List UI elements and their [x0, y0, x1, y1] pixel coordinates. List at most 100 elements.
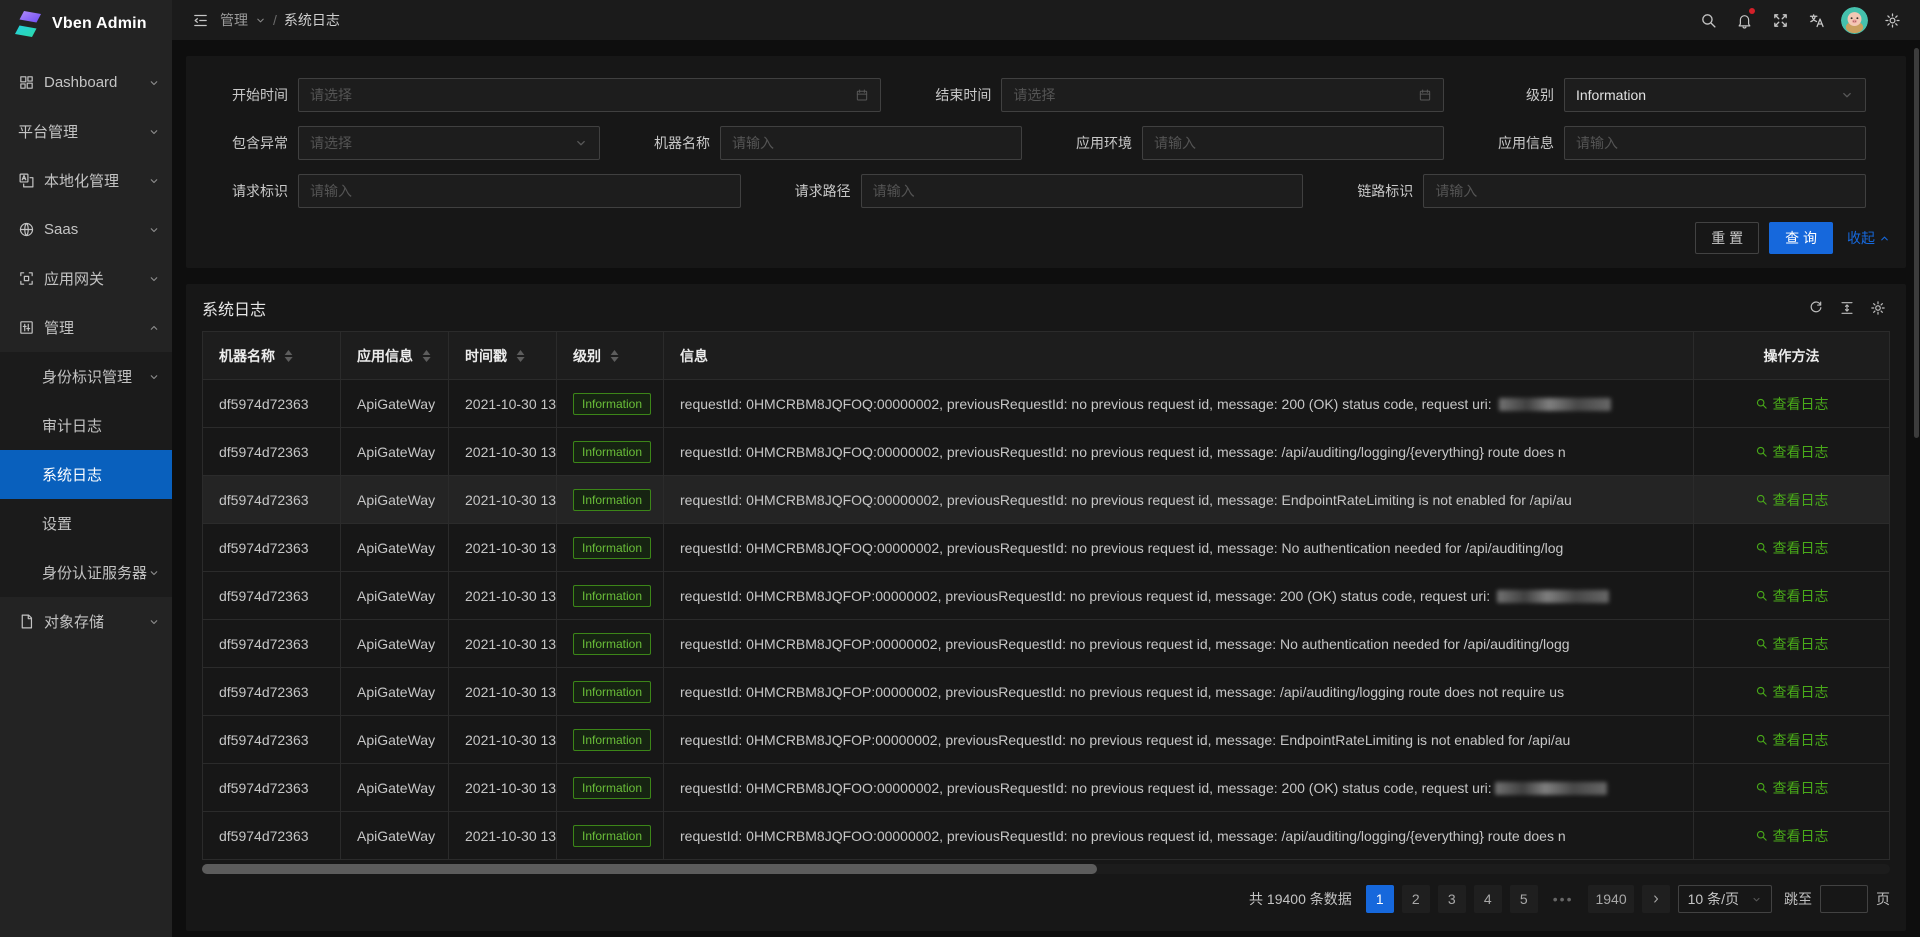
- sort-icon[interactable]: [516, 350, 525, 362]
- reset-button[interactable]: 重 置: [1695, 222, 1759, 254]
- sidebar-item-auth-server[interactable]: 身份认证服务器: [0, 548, 172, 597]
- sidebar-item-management[interactable]: 管理: [0, 303, 172, 352]
- filter-field-machine-name: 机器名称请输入: [624, 126, 1046, 160]
- column-header-machine-name[interactable]: 机器名称: [203, 332, 341, 380]
- row-height-icon[interactable]: [1839, 300, 1855, 316]
- chevron-down-icon: [1751, 894, 1762, 905]
- page-button-3[interactable]: 3: [1438, 885, 1466, 913]
- translate-icon[interactable]: [1798, 0, 1834, 40]
- trace-id-input[interactable]: 请输入: [1423, 174, 1866, 208]
- column-header-timestamp[interactable]: 时间戳: [449, 332, 557, 380]
- search-icon[interactable]: [1690, 0, 1726, 40]
- end-time-input[interactable]: 请选择: [1001, 78, 1444, 112]
- chevron-down-icon: [148, 616, 160, 628]
- sort-icon[interactable]: [610, 350, 619, 362]
- storage-icon: [18, 613, 35, 630]
- machine-name-input[interactable]: 请输入: [720, 126, 1022, 160]
- column-settings-icon[interactable]: [1870, 300, 1886, 316]
- view-log-link[interactable]: 查看日志: [1755, 682, 1829, 702]
- sidebar-collapse-button[interactable]: [188, 0, 212, 40]
- cell-app-info: ApiGateWay: [341, 620, 449, 668]
- view-log-link[interactable]: 查看日志: [1755, 826, 1829, 846]
- page-button-5[interactable]: 5: [1510, 885, 1538, 913]
- view-log-link[interactable]: 查看日志: [1755, 730, 1829, 750]
- sidebar-item-audit-logs[interactable]: 审计日志: [0, 401, 172, 450]
- collapse-filters-link[interactable]: 收起: [1847, 228, 1890, 248]
- notification-dot: [1749, 8, 1755, 14]
- cell-message: requestId: 0HMCRBM8JQFOP:00000002, previ…: [664, 716, 1694, 764]
- cell-message: requestId: 0HMCRBM8JQFOQ:00000002, previ…: [664, 428, 1694, 476]
- notification-icon[interactable]: [1726, 0, 1762, 40]
- start-time-input[interactable]: 请选择: [298, 78, 881, 112]
- filter-label-include-exception: 包含异常: [202, 133, 288, 153]
- jump-suffix-label: 页: [1876, 889, 1890, 909]
- view-log-link[interactable]: 查看日志: [1755, 538, 1829, 558]
- page-jump-input[interactable]: [1820, 885, 1868, 913]
- page-scrollbar[interactable]: [1914, 48, 1919, 438]
- sidebar-item-localization-management[interactable]: 本地化管理: [0, 156, 172, 205]
- cell-machine-name: df5974d72363: [203, 620, 341, 668]
- next-page-button[interactable]: [1642, 885, 1670, 913]
- view-log-link[interactable]: 查看日志: [1755, 778, 1829, 798]
- sidebar-item-dashboard[interactable]: Dashboard: [0, 58, 172, 107]
- page-button-1[interactable]: 1: [1366, 885, 1394, 913]
- breadcrumb-parent[interactable]: 管理: [220, 10, 248, 30]
- localization-icon: [18, 172, 35, 189]
- chevron-down-icon: [148, 273, 160, 285]
- cell-level: Information: [557, 428, 664, 476]
- cell-app-info: ApiGateWay: [341, 476, 449, 524]
- column-header-level[interactable]: 级别: [557, 332, 664, 380]
- settings-icon[interactable]: [1874, 0, 1910, 40]
- log-filter-panel: 开始时间请选择结束时间请选择级别Information包含异常请选择机器名称请输…: [186, 56, 1906, 268]
- magnifier-icon: [1755, 445, 1768, 458]
- page-button-4[interactable]: 4: [1474, 885, 1502, 913]
- view-log-link[interactable]: 查看日志: [1755, 490, 1829, 510]
- cell-actions: 查看日志: [1694, 812, 1890, 860]
- log-table-row: df5974d72363ApiGateWay2021-10-30 13:31:3…: [203, 716, 1890, 764]
- filter-field-app-info: 应用信息请输入: [1468, 126, 1890, 160]
- fullscreen-icon[interactable]: [1762, 0, 1798, 40]
- view-log-link[interactable]: 查看日志: [1755, 586, 1829, 606]
- level-input[interactable]: Information: [1564, 78, 1866, 112]
- sidebar-item-settings[interactable]: 设置: [0, 499, 172, 548]
- page-button-1940[interactable]: 1940: [1588, 885, 1633, 913]
- sidebar-item-saas[interactable]: Saas: [0, 205, 172, 254]
- sidebar-item-label: Saas: [44, 221, 148, 238]
- app-title: Vben Admin: [52, 15, 147, 33]
- page-button-2[interactable]: 2: [1402, 885, 1430, 913]
- view-log-link[interactable]: 查看日志: [1755, 634, 1829, 654]
- user-avatar[interactable]: [1834, 0, 1874, 40]
- request-id-input[interactable]: 请输入: [298, 174, 741, 208]
- log-table-row: df5974d72363ApiGateWay2021-10-30 13:31:3…: [203, 476, 1890, 524]
- app-info-input[interactable]: 请输入: [1564, 126, 1866, 160]
- sidebar-item-platform-management[interactable]: 平台管理: [0, 107, 172, 156]
- view-log-link[interactable]: 查看日志: [1755, 394, 1829, 414]
- search-button[interactable]: 查 询: [1769, 222, 1833, 254]
- app-logo[interactable]: Vben Admin: [0, 0, 172, 48]
- sort-icon[interactable]: [422, 350, 431, 362]
- include-exception-input[interactable]: 请选择: [298, 126, 600, 160]
- cell-timestamp: 2021-10-30 13:31:38: [449, 524, 557, 572]
- view-log-label: 查看日志: [1773, 442, 1829, 462]
- level-badge: Information: [573, 825, 651, 847]
- system-log-panel: 系统日志 机器名称应用信息时间戳级别信息操作方法 df5974d72363Api…: [186, 284, 1906, 931]
- chevron-down-icon: [148, 77, 160, 89]
- top-header: 管理 / 系统日志: [172, 0, 1920, 40]
- sidebar-item-identity-management[interactable]: 身份标识管理: [0, 352, 172, 401]
- scrollbar-thumb[interactable]: [202, 864, 1097, 874]
- input-placeholder: 请输入: [873, 181, 1292, 201]
- table-toolbar: [1808, 300, 1890, 316]
- request-path-input[interactable]: 请输入: [861, 174, 1304, 208]
- sidebar-item-system-logs[interactable]: 系统日志: [0, 450, 172, 499]
- sidebar-item-object-storage[interactable]: 对象存储: [0, 597, 172, 646]
- page-size-select[interactable]: 10 条/页: [1678, 885, 1772, 913]
- cell-app-info: ApiGateWay: [341, 716, 449, 764]
- sidebar-item-app-gateway[interactable]: 应用网关: [0, 254, 172, 303]
- view-log-link[interactable]: 查看日志: [1755, 442, 1829, 462]
- app-environment-input[interactable]: 请输入: [1142, 126, 1444, 160]
- column-header-app-info[interactable]: 应用信息: [341, 332, 449, 380]
- sort-icon[interactable]: [284, 350, 293, 362]
- management-icon: [18, 319, 35, 336]
- refresh-icon[interactable]: [1808, 300, 1824, 316]
- horizontal-scrollbar[interactable]: [202, 864, 1890, 874]
